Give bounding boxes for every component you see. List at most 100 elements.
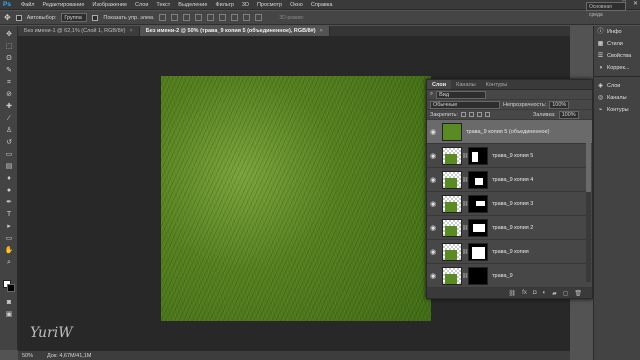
lock-pixels-icon[interactable] [468, 112, 474, 117]
layer-name[interactable]: трава_9 копия 2 [492, 225, 533, 231]
eye-icon[interactable]: ◉ [427, 224, 439, 232]
fill-field[interactable]: 100% [558, 110, 579, 119]
align-center-icon[interactable] [207, 14, 215, 21]
align-top-icon[interactable] [159, 14, 167, 21]
lasso-tool-icon[interactable]: ʘ [4, 54, 14, 64]
menu-file[interactable]: Файл [21, 2, 35, 8]
screen-mode-icon[interactable]: ▣ [4, 310, 14, 320]
eye-icon[interactable]: ◉ [427, 248, 439, 256]
hand-tool-icon[interactable]: ✋ [4, 246, 14, 256]
zoom-level[interactable]: 50% [22, 353, 33, 359]
opacity-field[interactable]: 100% [549, 100, 570, 109]
menu-view[interactable]: Просмотр [257, 2, 282, 8]
workspace-dropdown[interactable]: Основная среда [586, 2, 626, 18]
lock-all-icon[interactable] [484, 112, 490, 117]
menu-filter[interactable]: Фильтр [215, 2, 233, 8]
layer-mask-thumbnail[interactable] [468, 266, 488, 285]
distribute-bottom-icon[interactable] [255, 14, 263, 21]
eye-icon[interactable]: ◉ [427, 152, 439, 160]
background-color-swatch[interactable] [7, 284, 15, 292]
show-controls-checkbox[interactable] [92, 14, 99, 21]
lock-position-icon[interactable] [476, 112, 482, 117]
quick-mask-icon[interactable]: ◙ [4, 298, 14, 308]
layer-name[interactable]: трава_9 копия 5 [492, 153, 533, 159]
eye-icon[interactable]: ◉ [427, 128, 439, 136]
layer-row[interactable]: ◉ ⛓ трава_9 копия 4 [427, 168, 592, 192]
autoselect-dropdown[interactable]: Группа [61, 13, 88, 22]
fx-icon[interactable]: fx [522, 290, 527, 296]
scrollbar-thumb[interactable] [586, 132, 591, 192]
kind-filter-dropdown[interactable]: Вид [436, 90, 487, 99]
layer-mask-thumbnail[interactable] [468, 194, 488, 213]
close-button[interactable]: ✕ [633, 0, 638, 7]
layer-mask-thumbnail[interactable] [468, 218, 488, 237]
new-layer-icon[interactable]: ▢ [563, 290, 569, 297]
healing-tool-icon[interactable]: ✚ [4, 102, 14, 112]
lock-transparency-icon[interactable] [460, 112, 466, 117]
eye-icon[interactable]: ◉ [427, 272, 439, 280]
pen-tool-icon[interactable]: ✒ [4, 198, 14, 208]
layer-row[interactable]: ◉ ⛓ трава_9 копия 2 [427, 216, 592, 240]
layer-row[interactable]: ◉ трава_9 копия 5 (объединенное) [427, 120, 592, 144]
brush-tool-icon[interactable]: ∕ [4, 114, 14, 124]
layer-mask-thumbnail[interactable] [468, 146, 488, 165]
menu-image[interactable]: Изображение [92, 2, 127, 8]
crop-tool-icon[interactable]: ⌗ [4, 78, 14, 88]
tab-close-icon[interactable]: × [320, 28, 323, 34]
mask-icon[interactable]: ◘ [533, 290, 537, 296]
trash-icon[interactable]: 🗑 [574, 290, 582, 297]
path-select-tool-icon[interactable]: ▸ [4, 222, 14, 232]
panel-channels[interactable]: ◎ Каналы [594, 92, 640, 104]
tab-paths[interactable]: Контуры [481, 80, 513, 89]
layer-mask-thumbnail[interactable] [468, 242, 488, 261]
eraser-tool-icon[interactable]: ▭ [4, 150, 14, 160]
group-icon[interactable]: ▰ [552, 290, 557, 297]
shape-tool-icon[interactable]: ▭ [4, 234, 14, 244]
blur-tool-icon[interactable]: ♦ [4, 174, 14, 184]
autoselect-checkbox[interactable] [15, 14, 22, 21]
layer-row[interactable]: ◉ ⛓ трава_9 копия 5 [427, 144, 592, 168]
layer-row[interactable]: ◉ ⛓ трава_9 [427, 264, 592, 288]
blend-mode-dropdown[interactable]: Обычные [430, 100, 500, 109]
distribute-middle-icon[interactable] [243, 14, 251, 21]
grass-image-canvas[interactable] [161, 76, 431, 321]
stamp-tool-icon[interactable]: ♙ [4, 126, 14, 136]
dodge-tool-icon[interactable]: ● [4, 186, 14, 196]
layer-name[interactable]: трава_9 копия [492, 249, 529, 255]
eye-icon[interactable]: ◉ [427, 200, 439, 208]
tab-close-icon[interactable]: × [130, 28, 133, 34]
eye-icon[interactable]: ◉ [427, 176, 439, 184]
align-left-icon[interactable] [195, 14, 203, 21]
move-tool-icon[interactable]: ✥ [4, 30, 14, 40]
layer-name[interactable]: трава_9 копия 3 [492, 201, 533, 207]
align-middle-icon[interactable] [171, 14, 179, 21]
menu-type[interactable]: Текст [156, 2, 170, 8]
menu-window[interactable]: Окно [290, 2, 303, 8]
layer-row[interactable]: ◉ ⛓ трава_9 копия [427, 240, 592, 264]
quick-select-tool-icon[interactable]: ✎ [4, 66, 14, 76]
document-tab-1[interactable]: Без имени-1 @ 62,1% (Слой 1, RGB/8#) × [18, 26, 140, 36]
adjustment-icon[interactable]: ◐ [542, 290, 546, 296]
link-icon[interactable]: ⛓ [509, 290, 517, 297]
panel-paths[interactable]: ⌁ Контуры [594, 104, 640, 116]
layer-name[interactable]: трава_9 копия 5 (объединенное) [466, 129, 550, 135]
gradient-tool-icon[interactable]: ▤ [4, 162, 14, 172]
tab-layers[interactable]: Слои [427, 80, 452, 89]
panel-adjustments[interactable]: ◑ Коррек... [594, 62, 640, 74]
menu-layers[interactable]: Слои [135, 2, 148, 8]
layer-row[interactable]: ◉ ⛓ трава_9 копия 3 [427, 192, 592, 216]
menu-3d[interactable]: 3D [242, 2, 249, 8]
layer-mask-thumbnail[interactable] [468, 170, 488, 189]
menu-help[interactable]: Справка [311, 2, 333, 8]
move-tool-icon[interactable]: ✥ [4, 13, 11, 22]
tab-channels[interactable]: Каналы [451, 80, 481, 89]
panel-properties[interactable]: ☰ Свойства [594, 50, 640, 62]
align-right-icon[interactable] [219, 14, 227, 21]
panel-info[interactable]: ⓘ Инфо [594, 26, 640, 38]
history-brush-tool-icon[interactable]: ↺ [4, 138, 14, 148]
layers-scrollbar[interactable] [586, 132, 591, 282]
marquee-tool-icon[interactable]: ⬚ [4, 42, 14, 52]
layer-name[interactable]: трава_9 копия 4 [492, 177, 533, 183]
panel-layers[interactable]: ◈ Слои [594, 80, 640, 92]
panel-styles[interactable]: ▦ Стили [594, 38, 640, 50]
